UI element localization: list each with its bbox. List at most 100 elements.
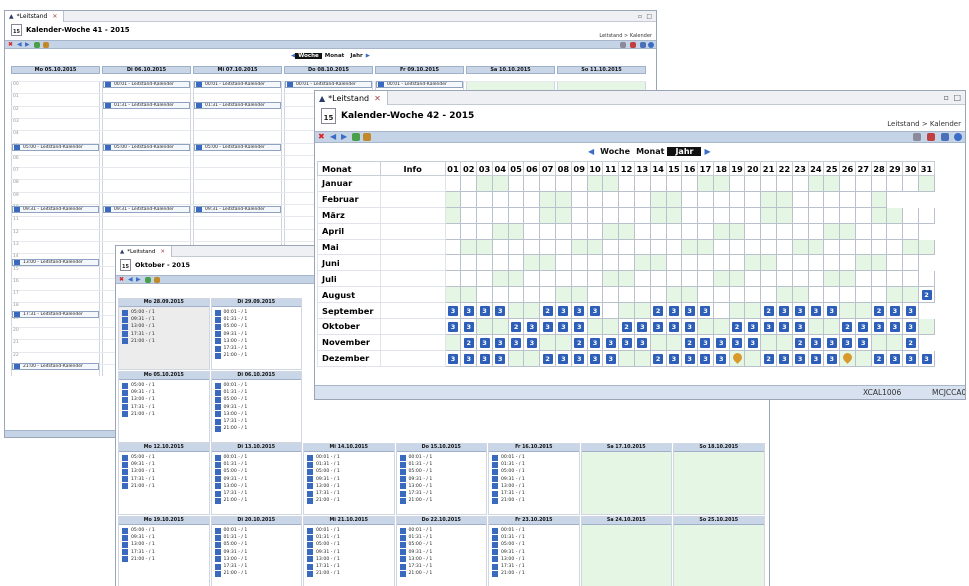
entry[interactable]: 00:01 - / 1 xyxy=(214,527,302,534)
day-cell[interactable] xyxy=(839,349,856,367)
day-cell[interactable]: Mo 28.09.2015 05:00 - / 1 09:31 - / 1 13:00… xyxy=(118,298,210,370)
day-cell[interactable]: 3 xyxy=(602,333,620,351)
entry[interactable]: 05:00 - / 1 xyxy=(491,541,579,548)
day-cell[interactable]: 3 xyxy=(476,302,493,320)
day-cell[interactable] xyxy=(681,286,699,304)
day-cell[interactable] xyxy=(476,238,493,256)
entry[interactable]: 17:31 - / 1 xyxy=(121,476,209,483)
day-cell[interactable]: 3 xyxy=(697,349,714,367)
day-cell[interactable]: Mo 12.10.2015 05:00 - / 1 09:31 - / 1 13:00… xyxy=(118,443,210,515)
day-cell[interactable] xyxy=(760,254,777,272)
day-cell[interactable] xyxy=(460,190,478,208)
day-cell[interactable] xyxy=(633,270,651,288)
entry[interactable]: 01:31 - / 1 xyxy=(491,461,579,468)
day-cell[interactable] xyxy=(444,175,462,192)
day-cell[interactable] xyxy=(460,270,478,288)
day-cell[interactable] xyxy=(775,270,793,288)
day-cell[interactable] xyxy=(555,286,572,304)
day-cell[interactable] xyxy=(918,175,935,192)
day-cell[interactable] xyxy=(555,222,572,240)
day-cell[interactable]: 3 xyxy=(744,318,762,335)
day-cell[interactable] xyxy=(870,206,888,224)
day-cell[interactable] xyxy=(665,333,683,351)
entry[interactable]: 13:00 - / 1 xyxy=(121,323,209,330)
day-cell[interactable] xyxy=(681,254,699,272)
entry[interactable]: 05:00 - / 1 xyxy=(121,454,209,461)
day-cell[interactable]: 3 xyxy=(570,302,588,320)
day-cell[interactable]: 3 xyxy=(460,318,478,335)
calendar-event[interactable]: 00:01 - Leitstand-Kalender xyxy=(285,81,372,88)
entry[interactable]: 01:31 - / 1 xyxy=(491,534,579,541)
day-cell[interactable] xyxy=(523,238,541,256)
day-cell[interactable]: Mo 05.10.2015 05:00 - / 1 09:31 - / 1 13:00… xyxy=(118,371,210,443)
day-cell[interactable] xyxy=(886,222,904,240)
calendar-event[interactable]: 09:31 - Leitstand-Kalender xyxy=(12,206,99,214)
day-cell[interactable] xyxy=(539,206,557,224)
day-cell[interactable] xyxy=(744,270,762,288)
day-cell[interactable] xyxy=(649,270,667,288)
day-cell[interactable]: 2 xyxy=(649,349,667,367)
day-cell[interactable]: 2 xyxy=(460,333,478,351)
view-monat-button[interactable]: Monat xyxy=(322,53,348,59)
day-cell[interactable] xyxy=(918,206,935,224)
entry[interactable]: 09:31 - / 1 xyxy=(121,389,209,396)
day-cell[interactable] xyxy=(728,302,746,320)
entry[interactable]: 01:31 - / 1 xyxy=(214,316,302,323)
entry[interactable]: 00:01 - / 1 xyxy=(399,527,487,534)
day-cell[interactable]: 3 xyxy=(697,333,714,351)
day-cell[interactable]: Do 22.10.2015 00:01 - / 1 01:31 - / 1 05:00… xyxy=(395,516,487,586)
day-cell[interactable] xyxy=(586,190,604,208)
day-cell[interactable]: 2 xyxy=(791,333,809,351)
day-cell[interactable] xyxy=(854,175,872,192)
day-cell[interactable] xyxy=(807,222,825,240)
entry[interactable]: 01:31 - / 1 xyxy=(214,534,302,541)
day-cell[interactable]: 2 xyxy=(570,333,588,351)
day-cell[interactable] xyxy=(633,349,651,367)
entry[interactable]: 21:00 - / 1 xyxy=(121,411,209,418)
day-cell[interactable] xyxy=(649,238,667,256)
day-cell[interactable] xyxy=(839,206,856,224)
day-cell[interactable] xyxy=(507,222,525,240)
entry[interactable]: 05:00 - / 1 xyxy=(491,468,579,475)
close-tab-icon[interactable]: ✕ xyxy=(52,13,57,20)
prev-icon[interactable]: ◀ xyxy=(17,42,22,48)
entry[interactable]: 00:01 - / 1 xyxy=(214,309,302,316)
entry[interactable]: 21:00 - / 1 xyxy=(121,556,209,563)
day-cell[interactable]: 3 xyxy=(775,302,793,320)
day-cell[interactable] xyxy=(460,222,478,240)
day-cell[interactable] xyxy=(586,206,604,224)
day-cell[interactable]: 3 xyxy=(555,349,572,367)
day-cell[interactable] xyxy=(886,238,904,256)
entry[interactable]: 09:31 - / 1 xyxy=(306,476,394,483)
minimize-icon[interactable]: ▫ xyxy=(638,13,642,20)
day-cell[interactable] xyxy=(775,190,793,208)
day-cell[interactable] xyxy=(633,206,651,224)
day-cell[interactable]: Di 20.10.2015 00:01 - / 1 01:31 - / 1 05:00… xyxy=(210,516,302,586)
day-cell[interactable] xyxy=(633,190,651,208)
day-cell[interactable]: 3 xyxy=(633,318,651,335)
day-cell[interactable] xyxy=(618,302,635,320)
day-cell[interactable]: 3 xyxy=(618,333,635,351)
day-cell[interactable] xyxy=(649,254,667,272)
day-cell[interactable] xyxy=(775,333,793,351)
day-cell[interactable] xyxy=(539,238,557,256)
minimize-icon[interactable]: ▫ xyxy=(944,93,949,102)
day-cell[interactable]: 3 xyxy=(791,318,809,335)
entry[interactable]: 21:00 - / 1 xyxy=(121,338,209,345)
day-cell[interactable]: 2 xyxy=(918,286,935,304)
day-cell[interactable] xyxy=(854,302,872,320)
day-cell[interactable] xyxy=(539,175,557,192)
day-cell[interactable] xyxy=(823,254,841,272)
day-cell[interactable] xyxy=(791,175,809,192)
leitstand-tab[interactable]: ▲ *Leitstand ✕ xyxy=(315,91,388,105)
day-cell[interactable] xyxy=(791,222,809,240)
entry[interactable]: 21:00 - / 1 xyxy=(214,425,302,432)
day-cell[interactable] xyxy=(744,175,762,192)
day-cell[interactable] xyxy=(744,349,762,367)
calendar-event[interactable]: 05:00 - Leitstand-Kalender xyxy=(12,143,99,151)
day-cell[interactable] xyxy=(555,238,572,256)
day-cell[interactable] xyxy=(854,206,872,224)
day-cell[interactable] xyxy=(586,270,604,288)
day-cell[interactable]: Fr 16.10.2015 00:01 - / 1 01:31 - / 1 05:00… xyxy=(488,443,580,515)
day-cell[interactable] xyxy=(539,286,557,304)
